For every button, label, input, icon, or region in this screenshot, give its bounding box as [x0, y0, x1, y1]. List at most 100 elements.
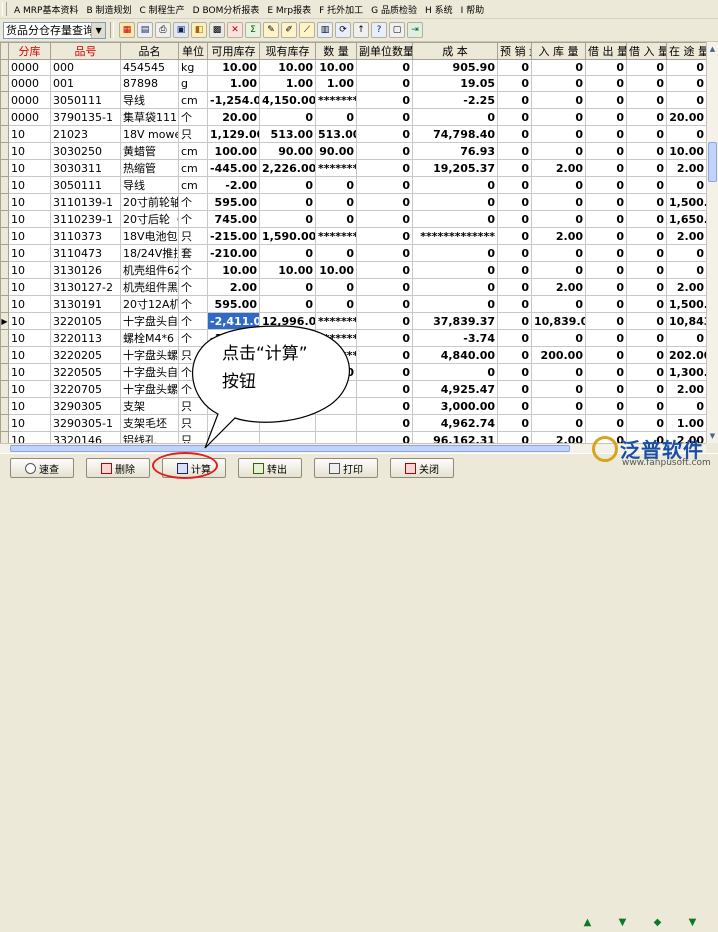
table-cell[interactable]: 000 — [50, 59, 121, 76]
table-cell[interactable]: 0 — [585, 210, 627, 228]
table-cell[interactable]: 3130126 — [50, 261, 121, 279]
table-cell[interactable]: 0 — [356, 431, 413, 443]
table-cell[interactable]: -2.25 — [412, 91, 498, 109]
col-header-cost[interactable]: 成 本 — [412, 42, 498, 60]
sum-icon[interactable]: Σ — [245, 22, 261, 38]
table-cell[interactable]: 3130127-2 — [50, 278, 121, 296]
table-cell[interactable]: 2.00 — [207, 278, 260, 296]
table-cell[interactable]: 只 — [178, 431, 208, 443]
table-cell[interactable]: 0 — [585, 244, 627, 262]
table-cell[interactable]: ******** — [315, 91, 357, 109]
table-cell[interactable]: -445.00 — [207, 159, 260, 177]
table-row[interactable]: 10 3290305 支架只 0 3,000.00 0 0 0 0 0 — [0, 397, 706, 415]
table-cell[interactable]: 1,300.00 — [666, 363, 706, 381]
table-cell[interactable]: 0 — [259, 244, 316, 262]
refresh-icon[interactable]: ⟳ — [335, 22, 351, 38]
col-header-item-no[interactable]: 品号 — [50, 42, 121, 60]
table-cell[interactable]: 10 — [8, 363, 51, 381]
table-cell[interactable]: 10 — [8, 295, 51, 313]
table-cell[interactable]: 513.00 — [259, 125, 316, 143]
table-cell[interactable]: 0 — [356, 59, 413, 76]
table-cell[interactable]: 导线 — [120, 176, 179, 194]
table-cell[interactable]: 10 — [8, 329, 51, 347]
table-cell[interactable]: 0 — [666, 75, 706, 92]
table-cell[interactable]: 0 — [356, 176, 413, 194]
preview-icon[interactable]: ▥ — [317, 22, 333, 38]
table-cell[interactable]: -215.00 — [207, 227, 260, 245]
table-cell[interactable]: 0 — [531, 414, 586, 432]
table-cell[interactable]: 0 — [585, 108, 627, 126]
table-cell[interactable]: 0 — [259, 210, 316, 228]
row-indicator[interactable] — [0, 91, 9, 109]
table-cell[interactable]: 2.00 — [531, 159, 586, 177]
table-cell[interactable]: 100.00 — [207, 142, 260, 160]
table-cell[interactable]: 10 — [8, 261, 51, 279]
table-cell[interactable] — [207, 414, 260, 432]
table-cell[interactable]: 十字盘头螺 — [120, 346, 179, 364]
table-cell[interactable]: 0 — [497, 244, 532, 262]
col-header-unit[interactable]: 单位 — [178, 42, 208, 60]
table-cell[interactable]: 0 — [531, 193, 586, 211]
next-record-icon[interactable]: ◆ — [654, 917, 662, 928]
table-cell[interactable]: 个 — [178, 295, 208, 313]
table-cell[interactable]: 0 — [585, 414, 627, 432]
table-cell[interactable]: 1,500.00 — [666, 193, 706, 211]
table-cell[interactable]: 0 — [531, 142, 586, 160]
row-indicator[interactable] — [0, 363, 9, 381]
table-cell[interactable]: 个 — [178, 108, 208, 126]
table-cell[interactable]: 0 — [356, 397, 413, 415]
table-cell[interactable]: 76.93 — [412, 142, 498, 160]
table-cell[interactable]: 0 — [666, 261, 706, 279]
table-row[interactable]: 10311047318/24V推拉开套-210.00000000000 — [0, 244, 706, 262]
first-record-icon[interactable]: ▲ — [584, 917, 592, 928]
table-cell[interactable]: 1,590.00 — [259, 227, 316, 245]
table-cell[interactable]: 0 — [356, 210, 413, 228]
table-cell[interactable]: 0 — [497, 176, 532, 194]
table-cell[interactable]: 十字盘头自 — [120, 363, 179, 381]
table-cell[interactable]: 0 — [626, 210, 667, 228]
table-cell[interactable]: 0 — [666, 176, 706, 194]
table-cell[interactable]: -2.00 — [207, 176, 260, 194]
prev-record-icon[interactable]: ▼ — [619, 917, 627, 928]
col-header-borrowed-in[interactable]: 借 入 量 — [626, 42, 667, 60]
table-cell[interactable]: 1.00 — [259, 75, 316, 92]
table-cell[interactable]: 18V mower — [120, 125, 179, 143]
chart-icon[interactable]: ⟋ — [299, 22, 315, 38]
table-cell[interactable]: -3.74 — [412, 329, 498, 347]
chevron-down-icon[interactable]: ▼ — [91, 22, 105, 38]
table-cell[interactable]: 0 — [585, 295, 627, 313]
table-cell[interactable]: 10.00 — [315, 59, 357, 76]
table-cell[interactable]: 0 — [356, 414, 413, 432]
table-cell[interactable]: 只 — [178, 397, 208, 415]
col-header-lent-out[interactable]: 借 出 量 — [585, 42, 627, 60]
table-row[interactable]: 10 3130127-2 机壳组件黑个 2.00 0 0 0 0 0 2.00 0 0 2.00 — [0, 278, 706, 296]
table-cell[interactable]: 铝线孔 — [120, 431, 179, 443]
table-cell[interactable]: 2.00 — [666, 278, 706, 296]
transfer-button[interactable]: 转出 — [238, 458, 302, 478]
table-cell[interactable]: 0 — [497, 142, 532, 160]
table-cell[interactable]: 0 — [412, 261, 498, 279]
table-cell[interactable]: 10 — [8, 414, 51, 432]
table-cell[interactable]: 0000 — [8, 75, 51, 92]
edit-icon[interactable]: ✎ — [263, 22, 279, 38]
table-cell[interactable]: 0 — [585, 125, 627, 143]
table-cell[interactable] — [259, 397, 316, 415]
filter-icon[interactable]: ✕ — [227, 22, 243, 38]
table-row[interactable]: ▶103220105十字盘头自个-2,411.0012,996.00******… — [0, 312, 706, 330]
table-cell[interactable]: 0 — [259, 295, 316, 313]
table-cell[interactable]: 3220205 — [50, 346, 121, 364]
table-cell[interactable]: 0 — [412, 244, 498, 262]
table-cell[interactable]: 0 — [585, 397, 627, 415]
quick-search-button[interactable]: 速查 — [10, 458, 74, 478]
table-cell[interactable]: 0 — [497, 295, 532, 313]
table-cell[interactable]: 10.00 — [666, 142, 706, 160]
table-cell[interactable]: 0 — [585, 159, 627, 177]
row-indicator[interactable] — [0, 278, 9, 296]
table-cell[interactable]: 0 — [412, 363, 498, 381]
table-cell[interactable]: 0 — [412, 108, 498, 126]
table-cell[interactable]: 1.00 — [207, 75, 260, 92]
table-cell[interactable]: 001 — [50, 75, 121, 92]
table-cell[interactable] — [207, 431, 260, 443]
table-cell[interactable]: 2,226.00 — [259, 159, 316, 177]
table-cell[interactable]: 10 — [8, 159, 51, 177]
